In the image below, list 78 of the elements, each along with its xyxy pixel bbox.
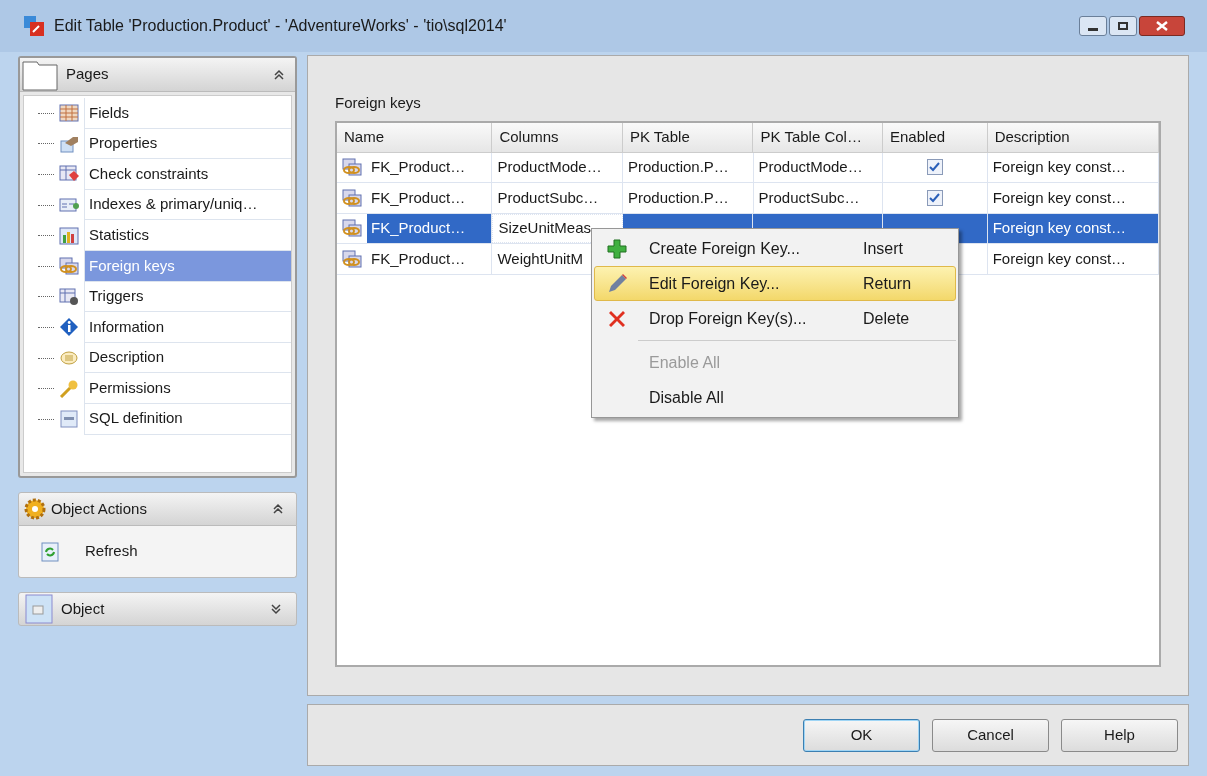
column-header[interactable]: Enabled — [883, 122, 988, 152]
table-cell-text: Foreign key const… — [991, 187, 1128, 208]
close-icon — [1156, 21, 1168, 31]
check-icon — [929, 162, 941, 173]
page-item[interactable]: Properties — [84, 128, 291, 160]
page-item[interactable]: Indexes & primary/uniq… — [84, 189, 291, 221]
checkbox[interactable] — [926, 189, 943, 206]
table-link-icon — [342, 250, 362, 269]
minimize-button[interactable] — [1079, 16, 1107, 36]
table-cell-text: FK_Product… — [370, 157, 467, 178]
page-item[interactable]: Check constraints — [84, 159, 291, 190]
table-cell-text: FK_Product… — [370, 187, 467, 208]
page-item[interactable]: Fields — [84, 98, 291, 129]
table-check-icon — [59, 165, 79, 184]
menu-item[interactable]: Edit Foreign Key... Return — [594, 266, 956, 301]
page-item[interactable]: Statistics — [84, 220, 291, 251]
table-cell-text: Foreign key const… — [991, 248, 1128, 269]
page-item[interactable]: Description — [84, 342, 291, 374]
table-cell-text: FK_Product… — [370, 218, 467, 239]
check-icon — [929, 192, 941, 203]
folder-icon — [22, 58, 58, 91]
panel-title: Pages — [66, 64, 109, 85]
dialog-button[interactable]: Cancel — [932, 718, 1049, 752]
object-header[interactable]: Object — [18, 592, 297, 626]
column-header[interactable]: Columns — [492, 122, 623, 152]
info-icon — [59, 318, 79, 337]
column-header[interactable]: Name — [337, 122, 493, 152]
table-link-icon — [59, 257, 79, 276]
hand-document-icon — [59, 134, 79, 153]
menu-item[interactable]: Drop Foreign Key(s)... Delete — [594, 301, 956, 336]
table-link-icon — [342, 188, 362, 207]
page-item[interactable]: Information — [84, 312, 291, 343]
table-cell-text: ProductMode… — [496, 157, 603, 178]
table-cell-text: ProductSubc… — [757, 187, 861, 208]
object-icon — [25, 594, 53, 624]
expand-chevron-icon[interactable] — [270, 603, 282, 615]
dialog-button[interactable]: OK — [803, 718, 920, 752]
collapse-chevron-icon[interactable] — [273, 68, 285, 81]
page-item[interactable]: Triggers — [84, 281, 291, 313]
column-header[interactable]: Description — [987, 122, 1159, 152]
menu-item[interactable]: Disable All — [594, 380, 956, 415]
table-cell-text: Production.P… — [626, 187, 730, 208]
page-item[interactable]: SQL definition — [84, 403, 291, 435]
table-cell-text: Production.P… — [626, 157, 730, 178]
bar-chart-icon — [59, 226, 79, 245]
checkbox[interactable] — [926, 159, 943, 176]
menu-item[interactable]: Create Foreign Key... Insert — [594, 231, 956, 266]
column-header[interactable]: PK Table Col… — [753, 122, 883, 152]
plus-icon — [606, 237, 628, 260]
dialog-button[interactable]: Help — [1061, 718, 1178, 752]
table-link-icon — [342, 158, 362, 177]
object-actions-header[interactable]: Object Actions — [18, 492, 297, 526]
table-edit-icon — [22, 14, 46, 38]
maximize-button[interactable] — [1109, 16, 1137, 36]
table-link-icon — [342, 219, 362, 238]
key-icon — [59, 379, 79, 398]
close-button[interactable] — [1139, 16, 1185, 36]
column-header[interactable]: PK Table — [622, 122, 754, 152]
page-item[interactable]: Permissions — [84, 373, 291, 404]
refresh-document-icon — [41, 541, 59, 562]
table-cell-text: Foreign key const… — [991, 218, 1128, 239]
collapse-chevron-icon[interactable] — [272, 503, 284, 515]
table-grid-icon — [59, 104, 79, 123]
table-cell-text: ProductMode… — [757, 157, 864, 178]
table-cell-text: SizeUnitMeas — [497, 218, 592, 239]
sql-document-icon — [59, 410, 79, 429]
table-bomb-icon — [59, 287, 79, 306]
table-cell-text: ProductSubc… — [496, 187, 600, 208]
gear-icon — [23, 497, 47, 521]
section-label: Foreign keys — [335, 93, 422, 113]
refresh-link[interactable]: Refresh — [85, 540, 138, 563]
pencil-icon — [606, 272, 628, 295]
index-icon — [59, 196, 79, 215]
note-icon — [59, 349, 79, 368]
table-cell-text: FK_Product… — [370, 248, 467, 269]
table-cell-text: WeightUnitM — [496, 248, 585, 269]
window-title: Edit Table 'Production.Product' - 'AdventureWorks' - 'tio\sql2014' — [54, 16, 507, 36]
table-cell-text: Foreign key const… — [991, 157, 1128, 178]
